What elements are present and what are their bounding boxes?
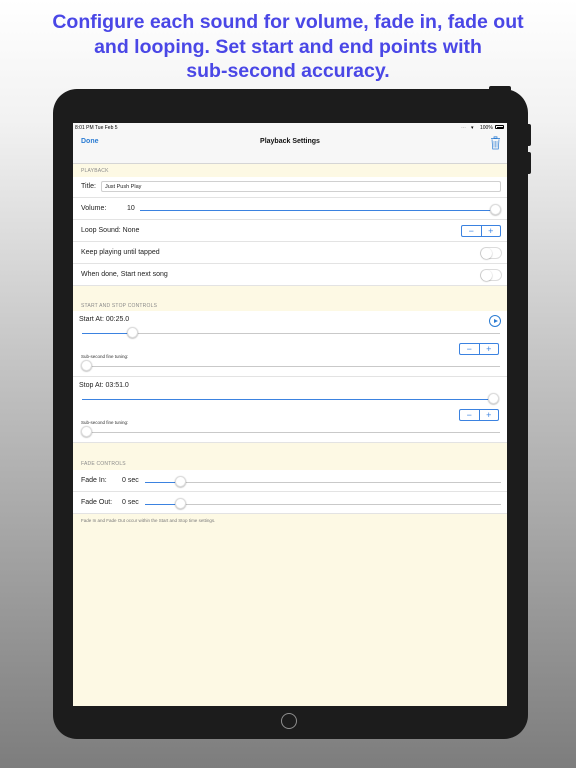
section-header-fade: FADE CONTROLS xyxy=(81,461,126,467)
slider-fill xyxy=(82,398,493,400)
promo-line-1: Configure each sound for volume, fade in… xyxy=(52,11,524,33)
promo-line-2: and looping. Set start and end points wi… xyxy=(94,35,482,58)
battery-icon xyxy=(495,125,504,129)
loop-row: Loop Sound: None − + xyxy=(73,220,507,242)
start-fine-stepper[interactable]: − + xyxy=(459,343,499,355)
slider-fill xyxy=(140,209,495,211)
fade-out-label: Fade Out: xyxy=(81,499,113,506)
status-dots: … xyxy=(461,124,466,130)
slider-track xyxy=(82,332,500,334)
slider-track xyxy=(145,481,501,483)
fade-out-slider[interactable] xyxy=(145,498,501,509)
slider-thumb[interactable] xyxy=(175,476,187,487)
trash-icon[interactable] xyxy=(490,136,501,150)
promo-line-3: sub-second accuracy. xyxy=(186,60,390,82)
slider-thumb[interactable] xyxy=(489,204,501,215)
fade-out-row: Fade Out: 0 sec xyxy=(73,492,507,514)
start-slider[interactable] xyxy=(82,327,500,338)
promo-headline: Configure each sound for volume, fade in… xyxy=(0,10,576,84)
wifi-icon: ▾ xyxy=(471,125,474,131)
stop-slider[interactable] xyxy=(82,393,499,404)
loop-stepper[interactable]: − + xyxy=(461,225,501,237)
fade-footnote: Fade In and Fade Out occur within the St… xyxy=(81,518,216,523)
navigation-bar: Done Playback Settings xyxy=(73,133,507,164)
slider-thumb[interactable] xyxy=(80,426,92,437)
keep-playing-toggle[interactable] xyxy=(480,247,502,259)
slider-thumb[interactable] xyxy=(487,393,499,404)
home-button[interactable] xyxy=(281,713,297,729)
stop-fine-label: Sub-second fine tuning: xyxy=(81,420,129,425)
title-label: Title: xyxy=(81,183,96,190)
stop-label: Stop At: 03:51.0 xyxy=(79,382,129,389)
stop-plus-button[interactable]: + xyxy=(480,410,499,420)
toggle-knob xyxy=(481,248,492,259)
title-input[interactable] xyxy=(101,181,501,192)
keep-playing-row: Keep playing until tapped xyxy=(73,242,507,264)
slider-track xyxy=(145,503,501,505)
start-label: Start At: 00:25.0 xyxy=(79,316,130,323)
stop-fine-stepper[interactable]: − + xyxy=(459,409,499,421)
slider-thumb[interactable] xyxy=(126,327,138,338)
start-row: Start At: 00:25.0 − + Sub-second fine tu… xyxy=(73,311,507,377)
start-minus-button[interactable]: − xyxy=(460,344,480,354)
volume-slider[interactable] xyxy=(140,204,501,215)
battery-percent: 100% xyxy=(480,125,493,131)
slider-track xyxy=(86,365,500,367)
title-row: Title: xyxy=(73,177,507,198)
when-done-label: When done, Start next song xyxy=(81,271,168,278)
fade-in-slider[interactable] xyxy=(145,476,501,487)
keep-playing-label: Keep playing until tapped xyxy=(81,249,160,256)
fade-out-value: 0 sec xyxy=(122,499,139,506)
slider-track xyxy=(86,431,500,433)
fade-in-value: 0 sec xyxy=(122,477,139,484)
app-screen: 8:01 PM Tue Feb 5 … ▾ 100% Done Playback… xyxy=(73,123,507,706)
stop-row: Stop At: 03:51.0 − + Sub-second fine tun… xyxy=(73,377,507,443)
volume-label: Volume: xyxy=(81,205,107,212)
section-header-playback: PLAYBACK xyxy=(81,168,109,174)
play-icon[interactable] xyxy=(489,315,501,327)
start-fine-label: Sub-second fine tuning: xyxy=(81,354,129,359)
fade-in-label: Fade In: xyxy=(81,477,107,484)
start-fine-slider[interactable] xyxy=(80,360,500,371)
slider-thumb[interactable] xyxy=(175,498,187,509)
when-done-toggle[interactable] xyxy=(480,269,502,281)
stop-fine-slider[interactable] xyxy=(80,426,500,437)
status-bar: 8:01 PM Tue Feb 5 … ▾ 100% xyxy=(73,123,507,133)
start-plus-button[interactable]: + xyxy=(480,344,499,354)
loop-plus-button[interactable]: + xyxy=(482,226,501,236)
loop-minus-button[interactable]: − xyxy=(462,226,482,236)
status-time: 8:01 PM Tue Feb 5 xyxy=(75,125,118,131)
volume-row: Volume: 10 xyxy=(73,198,507,220)
page-title: Playback Settings xyxy=(260,138,320,145)
slider-thumb[interactable] xyxy=(80,360,92,371)
slider-fill xyxy=(82,332,133,334)
volume-value: 10 xyxy=(127,205,135,212)
when-done-row: When done, Start next song xyxy=(73,264,507,286)
stop-minus-button[interactable]: − xyxy=(460,410,480,420)
fade-in-row: Fade In: 0 sec xyxy=(73,470,507,492)
toggle-knob xyxy=(481,270,492,281)
section-header-start-stop: START AND STOP CONTROLS xyxy=(81,303,158,309)
loop-label: Loop Sound: None xyxy=(81,227,140,234)
